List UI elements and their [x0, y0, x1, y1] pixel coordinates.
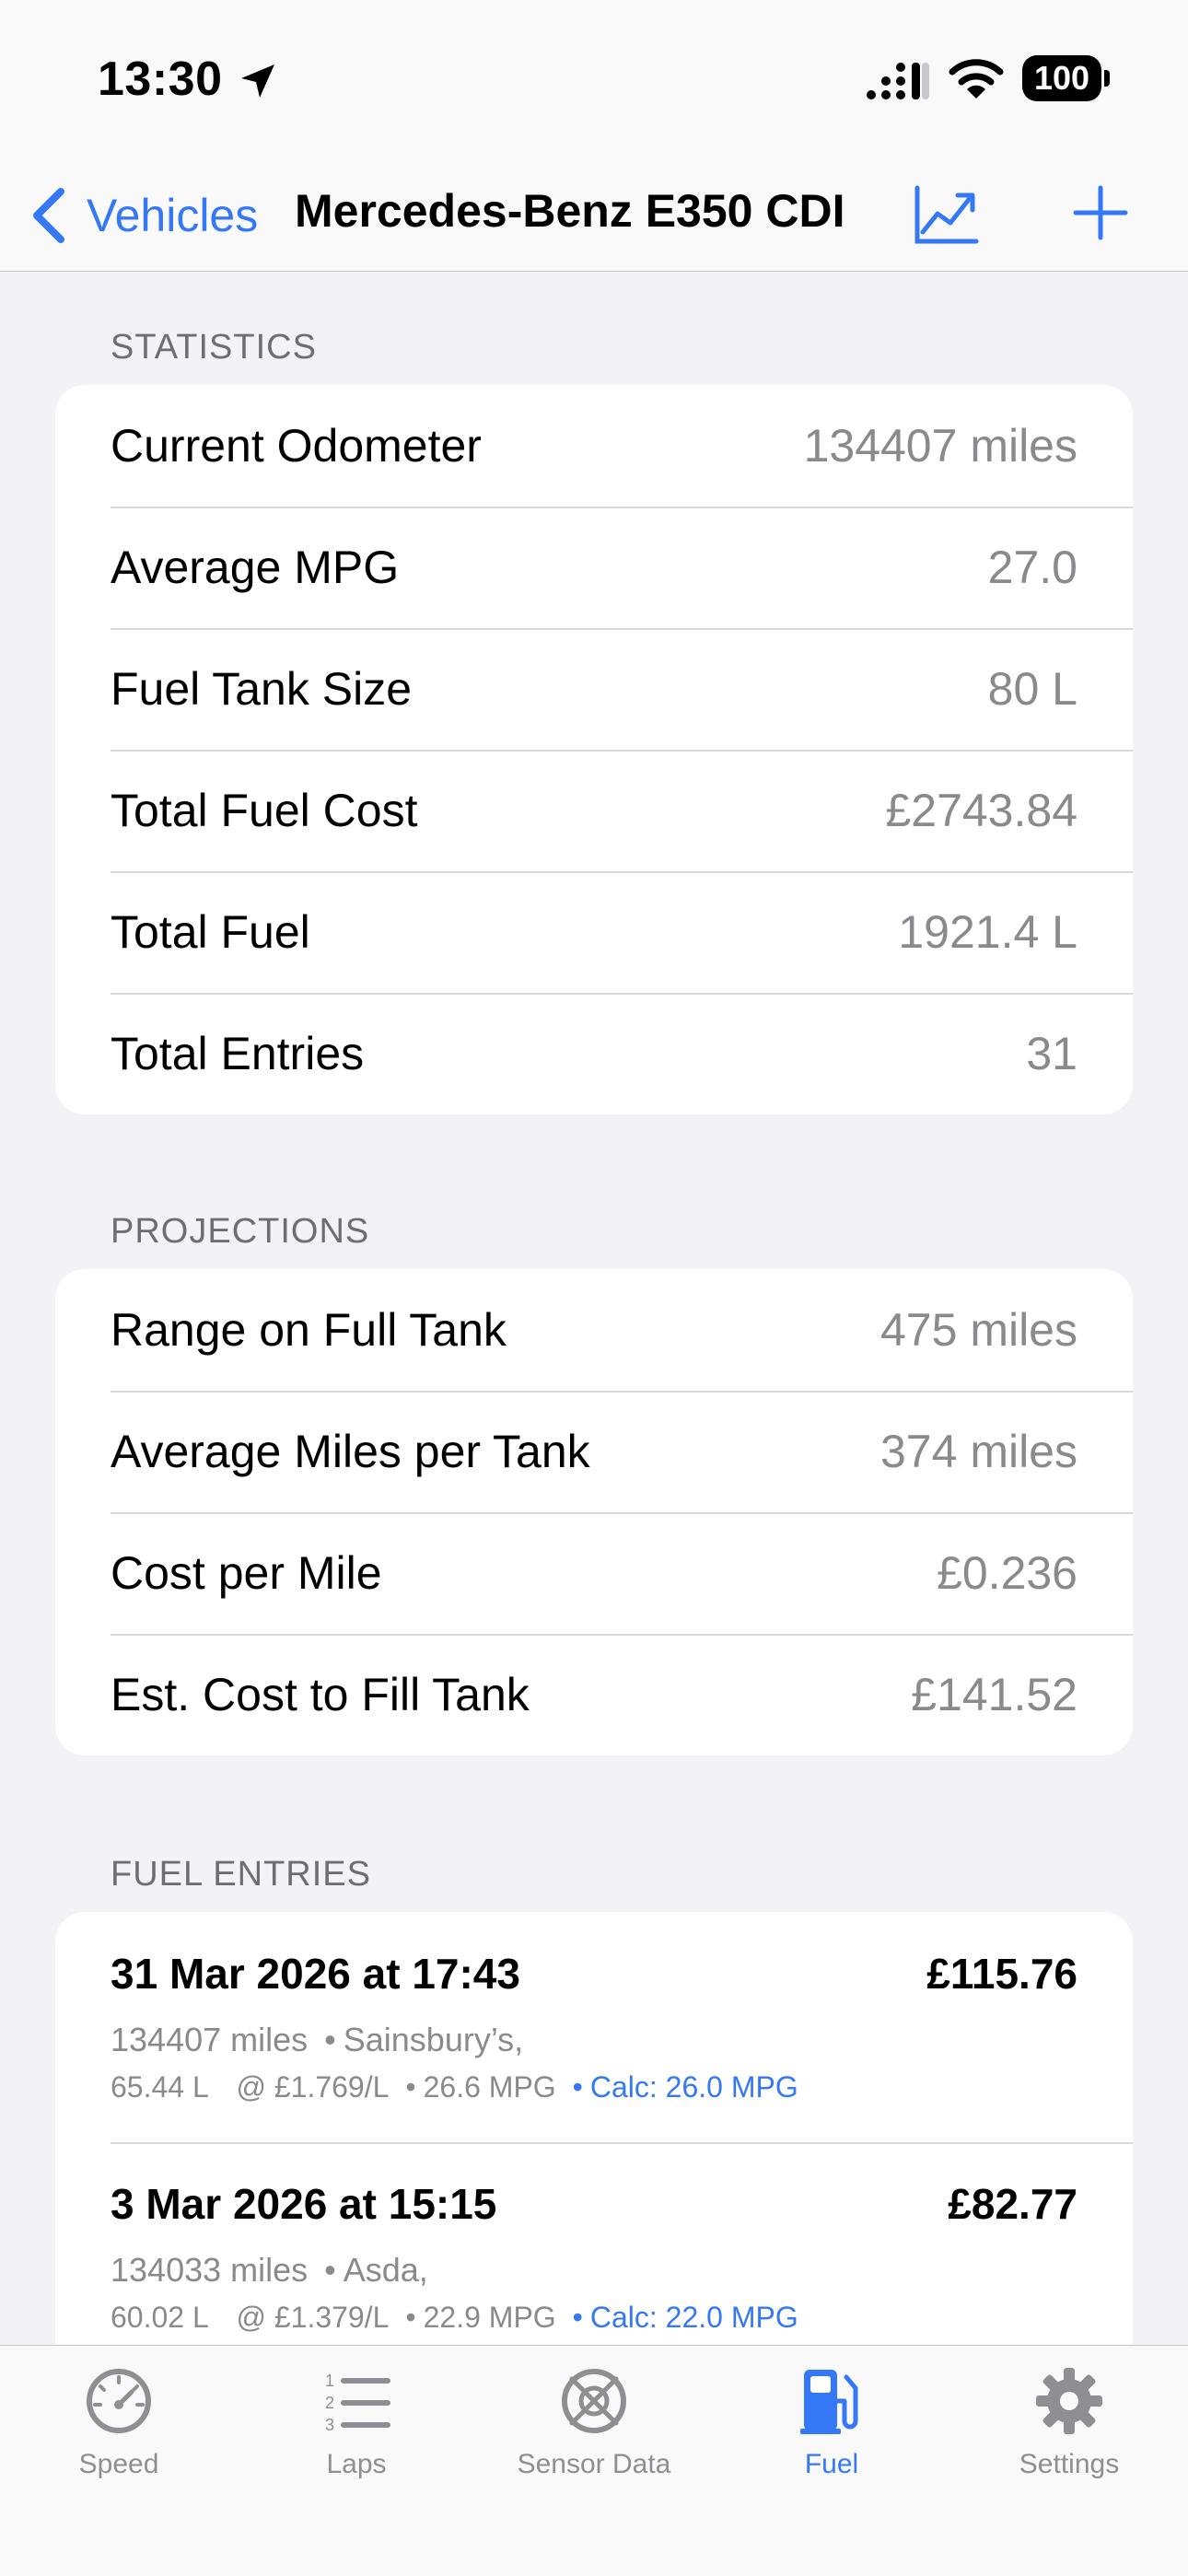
numbered-list-icon: 1 2 3 — [325, 2372, 390, 2434]
entry-station: Asda, — [343, 2251, 428, 2289]
sensor-icon — [562, 2369, 626, 2433]
statistics-card: Current Odometer 134407 miles Average MP… — [55, 385, 1133, 1114]
cellular-signal-icon — [867, 63, 929, 99]
entry-details: 60.02 L @ £1.379/L • 22.9 MPG • Calc: 22.0 M… — [111, 2301, 798, 2334]
projection-label: Cost per Mile — [111, 1547, 382, 1599]
projection-row-fill-cost: Est. Cost to Fill Tank £141.52 — [55, 1634, 1133, 1755]
battery-tip — [1104, 70, 1110, 87]
stat-value: 80 L — [987, 663, 1077, 715]
tab-sensor-data[interactable]: Sensor Data — [475, 2364, 713, 2480]
projection-label: Range on Full Tank — [111, 1304, 507, 1356]
projection-value: 374 miles — [880, 1426, 1077, 1477]
svg-text:1: 1 — [325, 2372, 334, 2390]
stat-row-total-fuel: Total Fuel 1921.4 L — [55, 871, 1133, 993]
svg-text:2: 2 — [325, 2394, 334, 2412]
entry-date: 31 Mar 2026 at 17:43 — [111, 1950, 520, 1998]
entry-litres: 60.02 L — [111, 2301, 208, 2334]
stat-value: £2743.84 — [885, 785, 1077, 836]
entry-station: Sainsbury’s, — [343, 2021, 524, 2058]
stat-label: Current Odometer — [111, 420, 482, 472]
tab-label: Speed — [78, 2449, 159, 2479]
stat-value: 134407 miles — [803, 420, 1077, 472]
entry-calc-mpg: Calc: 22.0 MPG — [589, 2301, 798, 2334]
stat-label: Average MPG — [111, 542, 400, 593]
chevron-left-icon — [33, 188, 64, 243]
projections-card: Range on Full Tank 475 miles Average Mil… — [55, 1269, 1133, 1755]
entry-odometer: 134033 miles — [111, 2251, 309, 2289]
projection-row-cost-per-mile: Cost per Mile £0.236 — [55, 1512, 1133, 1634]
status-bar: 13:30 100 — [0, 0, 1188, 157]
projection-label: Average Miles per Tank — [111, 1426, 590, 1477]
navigation-bar: Vehicles Mercedes-Benz E350 CDI — [0, 157, 1188, 272]
projection-row-miles-per-tank: Average Miles per Tank 374 miles — [55, 1391, 1133, 1512]
entry-mpg: 26.6 MPG — [423, 2070, 556, 2104]
entry-price-per-litre: @ £1.769/L — [236, 2070, 390, 2104]
entry-price: £115.76 — [926, 1950, 1077, 1998]
fuel-entry[interactable]: 31 Mar 2026 at 17:43 £115.76 134407 mile… — [55, 1912, 1133, 2142]
stat-label: Fuel Tank Size — [111, 663, 413, 715]
tab-label: Sensor Data — [517, 2449, 671, 2479]
battery-indicator: 100 — [1022, 55, 1111, 101]
tab-label: Settings — [1019, 2449, 1120, 2479]
entry-price: £82.77 — [948, 2180, 1077, 2228]
stat-row-average-mpg: Average MPG 27.0 — [55, 507, 1133, 628]
chart-icon[interactable] — [912, 181, 980, 249]
projection-value: £0.236 — [937, 1547, 1077, 1599]
stat-label: Total Entries — [111, 1028, 365, 1079]
entry-odometer-station: 134033 miles • Asda, — [111, 2251, 428, 2289]
stat-row-fuel-tank-size: Fuel Tank Size 80 L — [55, 628, 1133, 750]
projection-row-range: Range on Full Tank 475 miles — [55, 1269, 1133, 1391]
page-title: Mercedes-Benz E350 CDI — [295, 185, 845, 237]
entry-mpg: 22.9 MPG — [423, 2301, 556, 2334]
tab-settings[interactable]: Settings — [950, 2364, 1188, 2480]
back-button-label: Vehicles — [87, 190, 259, 241]
stat-value: 31 — [1026, 1028, 1077, 1079]
fuel-entry[interactable]: 3 Mar 2026 at 15:15 £82.77 134033 miles •… — [55, 2142, 1133, 2372]
svg-text:3: 3 — [325, 2416, 334, 2434]
entry-date: 3 Mar 2026 at 15:15 — [111, 2180, 497, 2228]
tab-speed[interactable]: Speed — [0, 2364, 238, 2480]
back-button[interactable]: Vehicles — [31, 179, 258, 252]
tab-label: Fuel — [804, 2449, 859, 2479]
stat-label: Total Fuel — [111, 906, 310, 958]
wifi-icon — [949, 59, 1004, 99]
entry-details: 65.44 L @ £1.769/L • 26.6 MPG • Calc: 26.0 M… — [111, 2070, 798, 2104]
fuel-entries-header: FUEL ENTRIES — [111, 1855, 371, 1894]
tab-laps[interactable]: 1 2 3 Laps — [238, 2364, 475, 2480]
stat-value: 27.0 — [987, 542, 1077, 593]
projections-header: PROJECTIONS — [111, 1212, 370, 1251]
entry-odometer: 134407 miles — [111, 2021, 309, 2058]
statistics-header: STATISTICS — [111, 328, 317, 367]
add-icon[interactable] — [1068, 181, 1133, 245]
projection-label: Est. Cost to Fill Tank — [111, 1669, 530, 1720]
stat-value: 1921.4 L — [898, 906, 1077, 958]
location-arrow-icon — [241, 64, 274, 98]
projection-value: 475 miles — [880, 1304, 1077, 1356]
stat-row-current-odometer: Current Odometer 134407 miles — [55, 385, 1133, 507]
entry-litres: 65.44 L — [111, 2070, 208, 2104]
projection-value: £141.52 — [911, 1669, 1077, 1720]
speedometer-icon — [87, 2369, 151, 2433]
stat-row-total-entries: Total Entries 31 — [55, 993, 1133, 1114]
entry-price-per-litre: @ £1.379/L — [236, 2301, 390, 2334]
entry-odometer-station: 134407 miles • Sainsbury’s, — [111, 2021, 524, 2058]
tab-bar: Speed 1 2 3 Laps Sensor Data Fuel Settin… — [0, 2345, 1188, 2576]
battery-level: 100 — [1022, 55, 1101, 101]
gear-icon — [1036, 2368, 1102, 2434]
stat-label: Total Fuel Cost — [111, 785, 418, 836]
status-time: 13:30 — [98, 52, 223, 106]
entry-calc-mpg: Calc: 26.0 MPG — [589, 2070, 798, 2104]
tab-fuel[interactable]: Fuel — [713, 2364, 950, 2480]
fuel-pump-icon — [800, 2370, 858, 2434]
stat-row-total-fuel-cost: Total Fuel Cost £2743.84 — [55, 750, 1133, 871]
tab-label: Laps — [326, 2449, 387, 2479]
